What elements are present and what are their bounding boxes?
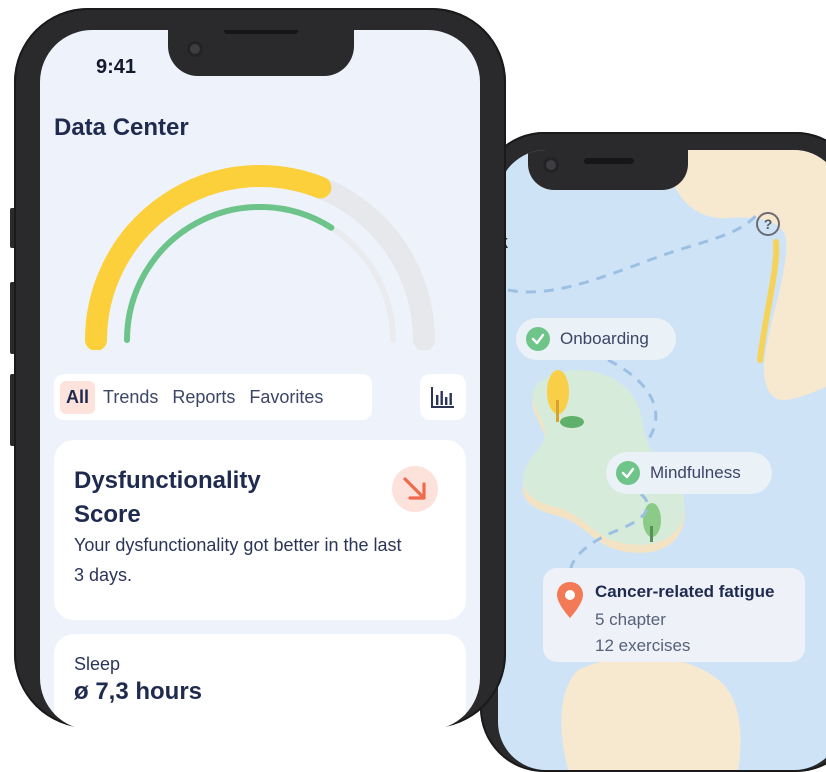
course-chapters: 5 chapter	[595, 610, 666, 629]
notch	[168, 30, 354, 76]
tab-favorites[interactable]: Favorites	[243, 381, 329, 414]
bar-chart-icon	[431, 387, 454, 408]
milestone-label: Onboarding	[560, 329, 649, 348]
filter-tabs: All Trends Reports Favorites	[54, 374, 372, 420]
dysfunctionality-card[interactable]: Dysfunctionality Score Your dysfunctiona…	[54, 440, 466, 620]
chart-view-button[interactable]	[420, 374, 466, 420]
arrow-down-right-icon	[392, 466, 438, 512]
camera-icon	[190, 44, 200, 54]
tab-all[interactable]: All	[60, 380, 96, 414]
phone-frame-front: 9:41 Data Center All Trends Reports Favo…	[14, 8, 506, 730]
course-title: Cancer-related fatigue	[595, 582, 775, 601]
notch	[528, 150, 688, 190]
tab-trends[interactable]: Trends	[97, 381, 164, 414]
milestone-label: Mindfulness	[650, 463, 741, 482]
speaker	[224, 30, 298, 34]
sleep-card[interactable]: Sleep ø 7,3 hours	[54, 634, 466, 730]
question-circle-icon[interactable]: ?	[756, 212, 780, 236]
check-circle-icon	[526, 327, 550, 351]
sleep-label: Sleep	[74, 654, 121, 674]
status-time: 9:41	[96, 56, 137, 78]
speaker	[584, 158, 634, 164]
phone-frame-back: k ? Onboarding Mindfulness Cancer-relate…	[480, 132, 826, 772]
score-gauge	[85, 164, 435, 350]
milestone-mindfulness[interactable]: Mindfulness	[606, 452, 772, 494]
location-pin-icon	[557, 582, 583, 618]
gauge-inner-arc	[124, 203, 335, 343]
sleep-value: ø 7,3 hours	[74, 678, 203, 705]
course-exercises: 12 exercises	[595, 636, 691, 655]
card-description: Your dysfunctionality got better in the …	[74, 535, 402, 585]
course-card[interactable]: Cancer-related fatigue 5 chapter 12 exer…	[543, 568, 805, 662]
data-center-screen: 9:41 Data Center All Trends Reports Favo…	[40, 30, 480, 730]
check-circle-icon	[616, 461, 640, 485]
tab-reports[interactable]: Reports	[166, 381, 241, 414]
page-title: Data Center	[54, 114, 189, 141]
camera-icon	[546, 160, 556, 170]
gauge-inner-track	[124, 204, 396, 343]
gauge-track	[85, 165, 435, 350]
map-screen: k ? Onboarding Mindfulness Cancer-relate…	[498, 150, 826, 770]
milestone-onboarding[interactable]: Onboarding	[516, 318, 676, 360]
card-title: Dysfunctionality Score	[74, 467, 261, 528]
